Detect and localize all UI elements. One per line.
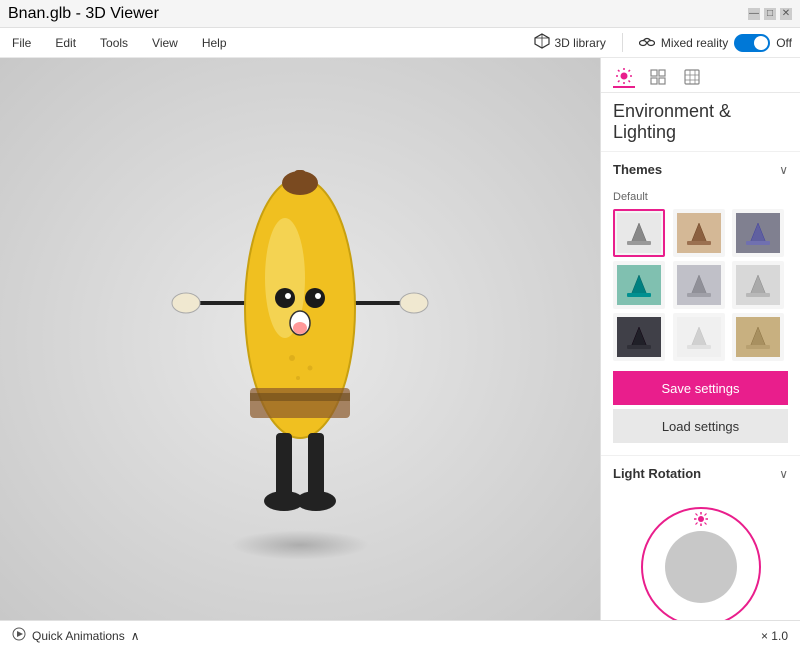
menu-help[interactable]: Help bbox=[198, 34, 231, 52]
mixed-reality-icon bbox=[639, 33, 655, 52]
titlebar-controls: — □ ✕ bbox=[748, 8, 792, 20]
menu-tools[interactable]: Tools bbox=[96, 34, 132, 52]
main-container: Environment & Lighting Themes ∨ Default bbox=[0, 58, 800, 620]
theme-item-5[interactable] bbox=[673, 261, 725, 309]
mixed-reality-switch[interactable] bbox=[734, 34, 770, 52]
quick-animations-button[interactable]: Quick Animations ∧ bbox=[12, 627, 140, 644]
themes-header[interactable]: Themes ∨ bbox=[601, 152, 800, 187]
menu-right: 3D library Mixed reality Off bbox=[534, 33, 792, 52]
close-button[interactable]: ✕ bbox=[780, 8, 792, 20]
theme-item-2[interactable] bbox=[673, 209, 725, 257]
sun-icon bbox=[693, 511, 709, 532]
theme-item-8[interactable] bbox=[673, 313, 725, 361]
tab-lighting[interactable] bbox=[613, 66, 635, 88]
bottombar: Quick Animations ∧ × 1.0 bbox=[0, 620, 800, 650]
theme-item-6[interactable] bbox=[732, 261, 784, 309]
animations-chevron-up: ∧ bbox=[131, 629, 140, 643]
mixed-reality-state: Off bbox=[776, 36, 792, 50]
light-rotation-header[interactable]: Light Rotation ∨ bbox=[601, 456, 800, 491]
rotation-dial[interactable] bbox=[641, 507, 761, 620]
menu-file[interactable]: File bbox=[8, 34, 35, 52]
mixed-reality-toggle: Mixed reality Off bbox=[622, 33, 792, 52]
zoom-value: × 1.0 bbox=[761, 629, 788, 643]
panel-tabs bbox=[601, 58, 800, 93]
menu-view[interactable]: View bbox=[148, 34, 182, 52]
save-settings-button[interactable]: Save settings bbox=[613, 371, 788, 405]
quick-animations-label: Quick Animations bbox=[32, 629, 125, 643]
theme-item-3[interactable] bbox=[732, 209, 784, 257]
minimize-button[interactable]: — bbox=[748, 8, 760, 20]
theme-item-1[interactable] bbox=[613, 209, 665, 257]
library-label: 3D library bbox=[554, 36, 605, 50]
right-panel: Environment & Lighting Themes ∨ Default bbox=[600, 58, 800, 620]
theme-item-7[interactable] bbox=[613, 313, 665, 361]
ground-shadow bbox=[230, 530, 370, 560]
themes-content: Default bbox=[601, 187, 800, 455]
cube-icon bbox=[534, 33, 550, 52]
library-button[interactable]: 3D library bbox=[534, 33, 605, 52]
light-rotation-title: Light Rotation bbox=[613, 466, 701, 481]
titlebar: Bnan.glb - 3D Viewer — □ ✕ bbox=[0, 0, 800, 28]
theme-item-9[interactable] bbox=[732, 313, 784, 361]
dial-center bbox=[665, 531, 737, 603]
animation-icon bbox=[12, 627, 26, 644]
light-rotation-chevron: ∨ bbox=[779, 467, 788, 481]
themes-title: Themes bbox=[613, 162, 662, 177]
themes-section: Themes ∨ Default bbox=[601, 151, 800, 455]
panel-title: Environment & Lighting bbox=[601, 93, 800, 151]
themes-default-label: Default bbox=[613, 191, 788, 203]
tab-grid[interactable] bbox=[647, 66, 669, 88]
tab-stats[interactable] bbox=[681, 66, 703, 88]
themes-grid bbox=[613, 209, 788, 361]
theme-item-4[interactable] bbox=[613, 261, 665, 309]
banana-model bbox=[150, 108, 450, 528]
themes-chevron: ∨ bbox=[779, 163, 788, 177]
menubar: File Edit Tools View Help 3D library bbox=[0, 28, 800, 58]
menu-edit[interactable]: Edit bbox=[51, 34, 80, 52]
zoom-level: × 1.0 bbox=[761, 629, 788, 643]
light-rotation-content bbox=[601, 491, 800, 620]
viewport[interactable] bbox=[0, 58, 600, 620]
load-settings-button[interactable]: Load settings bbox=[613, 409, 788, 443]
toggle-knob bbox=[754, 36, 768, 50]
titlebar-title: Bnan.glb - 3D Viewer bbox=[8, 5, 159, 23]
light-rotation-section: Light Rotation ∨ bbox=[601, 455, 800, 620]
mixed-reality-label: Mixed reality bbox=[661, 36, 728, 50]
maximize-button[interactable]: □ bbox=[764, 8, 776, 20]
